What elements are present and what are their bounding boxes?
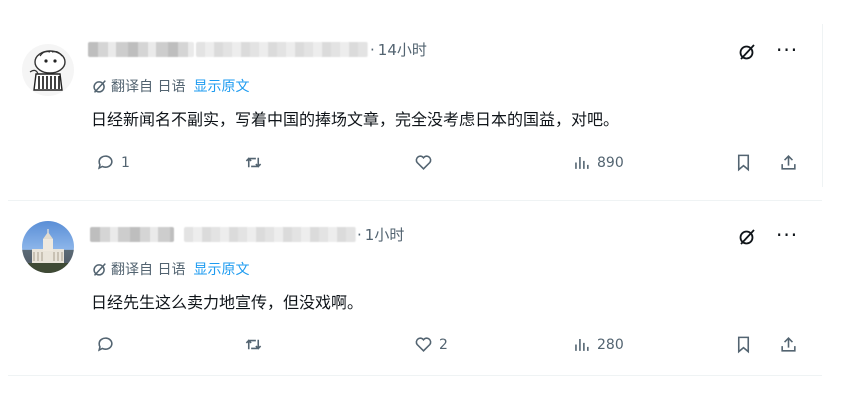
like-count: 2: [439, 336, 448, 353]
reply-button[interactable]: [96, 335, 121, 354]
more-options-button[interactable]: ···: [776, 225, 798, 245]
handle-redacted: [184, 227, 356, 242]
reply-button[interactable]: 1: [96, 153, 130, 172]
view-count: 280: [597, 336, 624, 353]
bookmark-icon: [737, 336, 750, 354]
timeline-border: [822, 24, 823, 187]
retweet-button[interactable]: [244, 153, 269, 172]
tweet-text: 日经先生这么卖力地宣传，但没戏啊。: [91, 293, 364, 312]
reply-icon: [97, 337, 113, 352]
translate-icon: [93, 79, 106, 93]
heart-icon: [415, 337, 432, 352]
views-icon: [575, 338, 589, 351]
translation-info: 翻译自 日语 显示原文: [92, 76, 249, 96]
bookmark-icon: [737, 154, 750, 172]
translate-icon: [93, 262, 106, 276]
retweet-icon: [245, 157, 262, 168]
views-button[interactable]: 890: [572, 153, 624, 172]
share-icon: [781, 337, 796, 352]
separator-dot: ·: [357, 226, 362, 244]
username-redacted[interactable]: [88, 42, 194, 57]
retweet-icon: [245, 339, 262, 350]
avatar[interactable]: [22, 221, 74, 273]
reply-count: 1: [121, 154, 130, 171]
timestamp[interactable]: · 14小时: [370, 39, 427, 60]
like-button[interactable]: [414, 153, 439, 172]
handle-redacted: [196, 42, 368, 57]
time-label: 1小时: [364, 226, 405, 244]
translate-label: 翻译自 日语: [111, 79, 186, 95]
more-options-button[interactable]: ···: [776, 40, 798, 60]
grok-icon[interactable]: [738, 228, 756, 250]
translation-info: 翻译自 日语 显示原文: [92, 259, 249, 279]
divider: [8, 375, 822, 376]
view-count: 890: [597, 154, 624, 171]
username-redacted[interactable]: [90, 227, 174, 242]
avatar[interactable]: [22, 44, 74, 96]
show-original-link[interactable]: 显示原文: [193, 259, 249, 279]
timestamp[interactable]: · 1小时: [357, 224, 404, 245]
heart-icon: [415, 155, 432, 170]
tweet-text: 日经新闻名不副实，写着中国的捧场文章，完全没考虑日本的国益，对吧。: [91, 110, 620, 129]
views-button[interactable]: 280: [572, 335, 624, 354]
diet-building-icon: [28, 229, 68, 273]
show-original-link[interactable]: 显示原文: [193, 76, 249, 96]
separator-dot: ·: [370, 41, 375, 59]
sketch-character-icon: [29, 50, 66, 91]
reply-icon: [97, 155, 113, 170]
grok-icon[interactable]: [738, 43, 756, 65]
translate-label: 翻译自 日语: [111, 262, 186, 278]
bookmark-button[interactable]: [734, 153, 753, 172]
time-label: 14小时: [377, 41, 427, 59]
tweet-2[interactable]: · 1小时 ··· 翻译自 日语 显示原文 日经先生这么卖力地宣传，但没戏啊。 2…: [0, 201, 822, 375]
share-icon: [781, 155, 796, 170]
views-icon: [575, 156, 589, 169]
tweet-1[interactable]: · 14小时 ··· 翻译自 日语 显示原文 日经新闻名不副实，写着中国的捧场文章…: [0, 0, 822, 200]
bookmark-button[interactable]: [734, 335, 753, 354]
share-button[interactable]: [779, 153, 798, 172]
share-button[interactable]: [779, 335, 798, 354]
like-button[interactable]: 2: [414, 335, 448, 354]
retweet-button[interactable]: [244, 335, 269, 354]
